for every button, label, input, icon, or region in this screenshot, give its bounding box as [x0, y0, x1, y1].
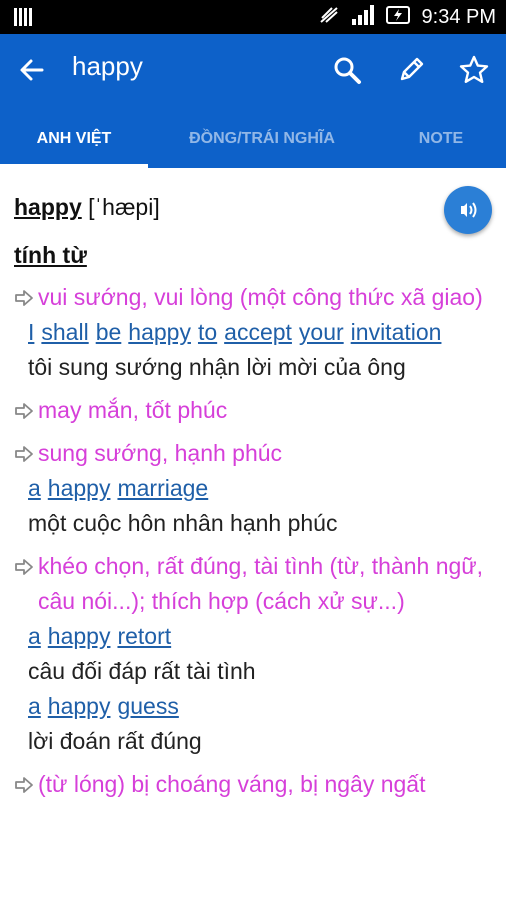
- example-word-link[interactable]: guess: [117, 693, 178, 719]
- star-icon[interactable]: [454, 50, 494, 90]
- example-word-link[interactable]: a: [28, 693, 41, 719]
- example-translation: câu đối đáp rất tài tình: [28, 658, 256, 684]
- example-translation: một cuộc hôn nhân hạnh phúc: [28, 510, 338, 536]
- pronunciation: [ˈhæpi]: [88, 194, 160, 220]
- entry-content: happy [ˈhæpi] tính từ vui sướng, vui lòn…: [0, 168, 506, 900]
- tab-label: ĐỒNG/TRÁI NGHĨA: [189, 130, 335, 147]
- tab-note[interactable]: NOTE: [376, 122, 506, 168]
- app-bar: happy ANH VIỆT ĐỒNG/TRÁI NGHĨA NOTE: [0, 34, 506, 168]
- example-english: a happy marriage: [14, 471, 492, 506]
- example-word-link[interactable]: be: [96, 319, 122, 345]
- example-english: a happy retort: [14, 619, 492, 654]
- example-word-link[interactable]: a: [28, 623, 41, 649]
- battery-icon: [385, 4, 412, 30]
- example-word-link[interactable]: happy: [48, 693, 111, 719]
- tab-bar: ANH VIỆT ĐỒNG/TRÁI NGHĨA NOTE: [0, 122, 506, 168]
- arrow-right-icon: [14, 280, 38, 315]
- arrow-right-icon: [14, 393, 38, 428]
- definition-meaning: may mắn, tốt phúc: [14, 393, 492, 428]
- example-translation: tôi sung sướng nhận lời mời của ông: [28, 354, 406, 380]
- example-word-link[interactable]: happy: [128, 319, 191, 345]
- speaker-icon[interactable]: [444, 186, 492, 234]
- definition-item: (từ lóng) bị choáng váng, bị ngây ngất: [14, 767, 492, 802]
- tab-label: ANH VIỆT: [36, 130, 112, 147]
- definition-item: vui sướng, vui lòng (một công thức xã gi…: [14, 280, 492, 385]
- example-word-link[interactable]: happy: [48, 623, 111, 649]
- example-word-link[interactable]: marriage: [117, 475, 208, 501]
- pencil-icon[interactable]: [391, 50, 431, 90]
- example-word-link[interactable]: to: [198, 319, 217, 345]
- definition-item: sung sướng, hạnh phúc a happy marriage một c…: [14, 436, 492, 541]
- example-word-link[interactable]: your: [299, 319, 344, 345]
- page-title: happy: [72, 51, 143, 81]
- meaning-text: khéo chọn, rất đúng, tài tình (từ, thành…: [38, 553, 484, 614]
- arrow-right-icon: [14, 549, 38, 584]
- search-icon[interactable]: [327, 50, 367, 90]
- example-word-link[interactable]: retort: [117, 623, 171, 649]
- meaning-text: vui sướng, vui lòng (một công thức xã gi…: [38, 284, 483, 310]
- mute-icon: [318, 4, 340, 30]
- example-word-link[interactable]: I: [28, 319, 34, 345]
- part-of-speech: tính từ: [14, 242, 87, 268]
- definition-meaning: (từ lóng) bị choáng váng, bị ngây ngất: [14, 767, 492, 802]
- arrow-right-icon: [14, 767, 38, 802]
- example-word-link[interactable]: a: [28, 475, 41, 501]
- example-translation: lời đoán rất đúng: [28, 728, 202, 754]
- definition-meaning: vui sướng, vui lòng (một công thức xã gi…: [14, 280, 492, 315]
- tab-label: NOTE: [418, 130, 464, 147]
- example-english: Ishall be happy to accept your invitation: [14, 315, 492, 350]
- example-word-link[interactable]: shall: [41, 319, 88, 345]
- status-bar: 9:34 PM: [0, 0, 506, 34]
- signal-icon: [350, 4, 376, 30]
- definition-list: vui sướng, vui lòng (một công thức xã gi…: [14, 280, 492, 810]
- meaning-text: may mắn, tốt phúc: [38, 397, 228, 423]
- example-english: a happy guess: [14, 689, 492, 724]
- definition-meaning: sung sướng, hạnh phúc: [14, 436, 492, 471]
- tab-dong-trai-nghia[interactable]: ĐỒNG/TRÁI NGHĨA: [148, 122, 376, 168]
- example-word-link[interactable]: happy: [48, 475, 111, 501]
- definition-item: khéo chọn, rất đúng, tài tình (từ, thành…: [14, 549, 492, 759]
- notification-icon: [12, 6, 34, 28]
- meaning-text: sung sướng, hạnh phúc: [38, 440, 283, 466]
- headword[interactable]: happy: [14, 194, 82, 220]
- meaning-text: (từ lóng) bị choáng váng, bị ngây ngất: [38, 771, 426, 797]
- entry-headline: happy [ˈhæpi]: [14, 194, 160, 221]
- example-word-link[interactable]: accept: [224, 319, 292, 345]
- arrow-right-icon: [14, 436, 38, 471]
- arrow-left-icon[interactable]: [14, 52, 50, 88]
- definition-meaning: khéo chọn, rất đúng, tài tình (từ, thành…: [14, 549, 492, 619]
- clock: 9:34 PM: [421, 5, 496, 28]
- example-word-link[interactable]: invitation: [351, 319, 442, 345]
- definition-item: may mắn, tốt phúc: [14, 393, 492, 428]
- tab-anh-viet[interactable]: ANH VIỆT: [0, 122, 148, 168]
